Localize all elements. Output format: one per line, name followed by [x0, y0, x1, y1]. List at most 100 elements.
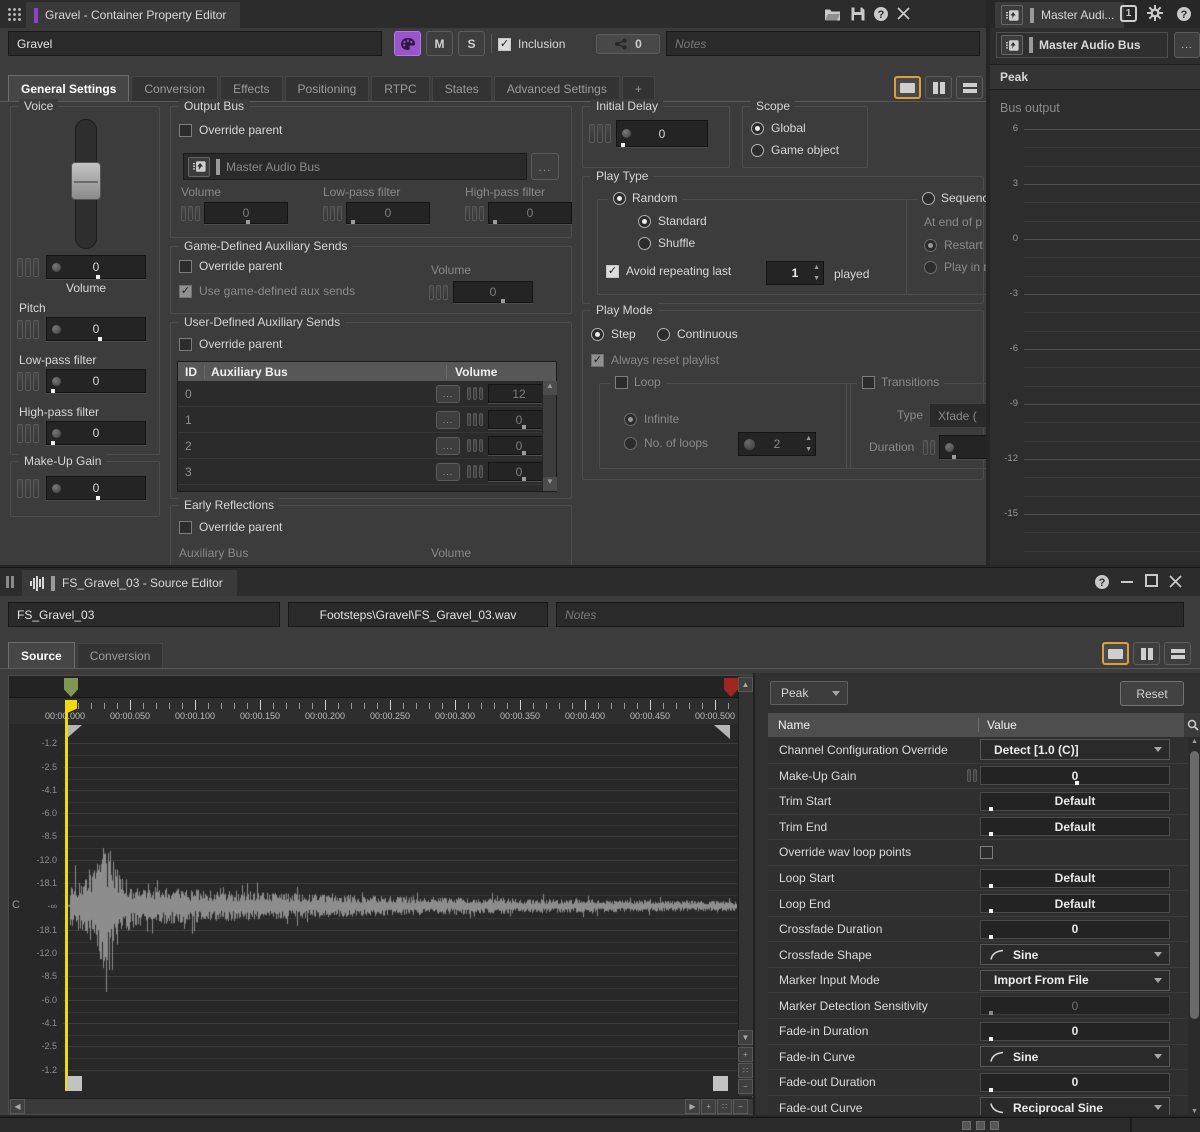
- play-type-sequence-radio[interactable]: [922, 192, 935, 205]
- output-bus-selector[interactable]: Master Audio Bus: [183, 153, 527, 180]
- output-low-pass-filter-field[interactable]: 0: [346, 202, 430, 224]
- user-aux-override-checkbox[interactable]: [179, 338, 192, 351]
- reset-button[interactable]: Reset: [1120, 681, 1184, 706]
- col-value[interactable]: Value: [978, 718, 1184, 732]
- avoid-repeating-count-spinner[interactable]: 1▲▼: [766, 261, 824, 285]
- transition-type-dropdown[interactable]: Xfade (: [929, 403, 986, 428]
- minimize-icon[interactable]: [1121, 581, 1133, 583]
- aux-send-browse-button[interactable]: ...: [436, 411, 460, 429]
- gear-icon[interactable]: [1147, 5, 1163, 21]
- dock-handle[interactable]: [962, 1121, 971, 1130]
- zoom-reset-vertical-icon[interactable]: ∷: [738, 1063, 753, 1078]
- layout-split-rows-button[interactable]: [1164, 642, 1191, 665]
- fade-out-curve-dropdown[interactable]: Reciprocal Sine: [980, 1097, 1170, 1115]
- marker-strip[interactable]: [9, 676, 752, 698]
- transition-duration-field[interactable]: [939, 435, 986, 459]
- make-up-gain-field[interactable]: 0: [980, 766, 1170, 785]
- zoom-out-icon[interactable]: −: [733, 1099, 748, 1114]
- random-shuffle-radio[interactable]: [638, 237, 651, 250]
- rtpc-controls-icon[interactable]: [467, 439, 483, 452]
- vertical-scrollbar[interactable]: ▲ ▼ + ∷ −: [738, 676, 753, 1096]
- property-editor-tab-general-settings[interactable]: General Settings: [8, 75, 129, 101]
- meter-tab[interactable]: Master Audi...: [995, 2, 1124, 28]
- loop-count-radio[interactable]: [624, 437, 637, 450]
- aux-send-volume-field[interactable]: 0: [488, 462, 550, 481]
- close-icon[interactable]: [1169, 575, 1182, 588]
- grid-handle-icon[interactable]: [7, 7, 21, 21]
- open-folder-icon[interactable]: [824, 7, 841, 21]
- meter-bus-browse-button[interactable]: ...: [1174, 32, 1200, 58]
- spin-down-icon[interactable]: ▼: [805, 446, 812, 453]
- sequence-restart-radio[interactable]: [924, 239, 937, 252]
- property-editor-titlebar[interactable]: Gravel - Container Property Editor ?: [0, 0, 986, 28]
- crossfade-shape-dropdown[interactable]: Sine: [980, 944, 1170, 965]
- source-editor-titlebar[interactable]: FS_Gravel_03 - Source Editor ?: [0, 568, 1200, 596]
- makeup-gain-field[interactable]: 0: [46, 476, 146, 500]
- aux-send-volume-field[interactable]: 0: [488, 436, 550, 455]
- marker-input-mode-dropdown[interactable]: Import From File: [980, 970, 1170, 991]
- rtpc-controls-icon[interactable]: [17, 372, 39, 391]
- save-icon[interactable]: [851, 7, 865, 21]
- meter-titlebar[interactable]: Master Audi... 1 ?: [990, 0, 1200, 28]
- zoom-in-vertical-icon[interactable]: +: [738, 1047, 753, 1062]
- rtpc-controls-icon[interactable]: [17, 424, 39, 443]
- property-editor-tab-effects[interactable]: Effects: [220, 76, 282, 101]
- scrollbar-thumb[interactable]: [1190, 751, 1199, 1019]
- volume-slider-thumb[interactable]: [71, 162, 101, 200]
- play-mode-continuous-radio[interactable]: [657, 328, 670, 341]
- source-name-input[interactable]: [8, 602, 280, 627]
- aux-send-row[interactable]: 1...0: [178, 407, 556, 433]
- color-palette-button[interactable]: [394, 31, 421, 56]
- trim-end-field[interactable]: Default: [980, 817, 1170, 836]
- transitions-checkbox[interactable]: [862, 376, 875, 389]
- rtpc-controls-icon[interactable]: [467, 387, 483, 400]
- output-bus-browse-button[interactable]: ...: [531, 153, 559, 180]
- help-icon[interactable]: ?: [1094, 574, 1110, 590]
- lowpass-field[interactable]: 0: [46, 369, 146, 393]
- layout-single-button[interactable]: [894, 76, 921, 99]
- instance-badge[interactable]: 1: [1120, 5, 1137, 22]
- always-reset-playlist-checkbox[interactable]: [591, 354, 604, 367]
- rtpc-controls-icon[interactable]: [429, 285, 448, 300]
- aux-send-browse-button[interactable]: ...: [436, 437, 460, 455]
- scroll-up-icon[interactable]: ▲: [1188, 738, 1200, 745]
- scroll-up-icon[interactable]: ▲: [738, 677, 753, 692]
- play-mode-step-radio[interactable]: [591, 328, 604, 341]
- aux-send-volume-field[interactable]: 12: [488, 384, 550, 403]
- properties-scrollbar[interactable]: ▲ ▼: [1188, 737, 1200, 1115]
- scope-global-radio[interactable]: [751, 122, 764, 135]
- spin-up-icon[interactable]: ▲: [805, 435, 812, 442]
- dock-grip-icon[interactable]: [6, 576, 9, 588]
- trim-start-field[interactable]: Default: [980, 792, 1170, 811]
- property-editor-tab-conversion[interactable]: Conversion: [131, 76, 218, 101]
- source-editor-tab-source[interactable]: Source: [8, 642, 75, 668]
- value-knob[interactable]: [51, 262, 62, 273]
- source-editor-title-tab[interactable]: FS_Gravel_03 - Source Editor: [22, 570, 237, 596]
- fade-in-duration-field[interactable]: 0: [980, 1022, 1170, 1041]
- rtpc-controls-icon[interactable]: [467, 465, 483, 478]
- dock-handle[interactable]: [990, 1121, 999, 1130]
- scope-game-object-radio[interactable]: [751, 144, 764, 157]
- property-editor-tab-positioning[interactable]: Positioning: [285, 76, 370, 101]
- rtpc-controls-icon[interactable]: [17, 258, 39, 277]
- meter-mode-dropdown[interactable]: Peak: [770, 681, 848, 705]
- output-volume-field[interactable]: 0: [204, 202, 288, 224]
- inclusion-checkbox[interactable]: [498, 38, 511, 51]
- layout-split-rows-button[interactable]: [956, 76, 983, 99]
- aux-send-row[interactable]: 3...0: [178, 459, 556, 485]
- object-name-input[interactable]: [8, 31, 382, 56]
- scroll-down-icon[interactable]: ▼: [738, 1030, 753, 1045]
- rtpc-controls-icon[interactable]: [323, 206, 342, 221]
- property-editor-title-tab[interactable]: Gravel - Container Property Editor: [26, 2, 240, 28]
- layout-split-columns-button[interactable]: [925, 76, 952, 99]
- crossfade-duration-field[interactable]: 0: [980, 920, 1170, 939]
- sequence-play-reverse-radio[interactable]: [924, 261, 937, 274]
- zoom-in-icon[interactable]: +: [701, 1099, 716, 1114]
- scroll-up-icon[interactable]: ▲: [543, 381, 557, 395]
- property-editor-tab-add[interactable]: +: [622, 76, 655, 101]
- mute-button[interactable]: M: [426, 31, 453, 56]
- aux-send-browse-button[interactable]: ...: [436, 463, 460, 481]
- aux-table-scrollbar[interactable]: ▲ ▼: [542, 381, 556, 491]
- rtpc-controls-icon[interactable]: [589, 124, 611, 143]
- loop-infinite-radio[interactable]: [624, 413, 637, 426]
